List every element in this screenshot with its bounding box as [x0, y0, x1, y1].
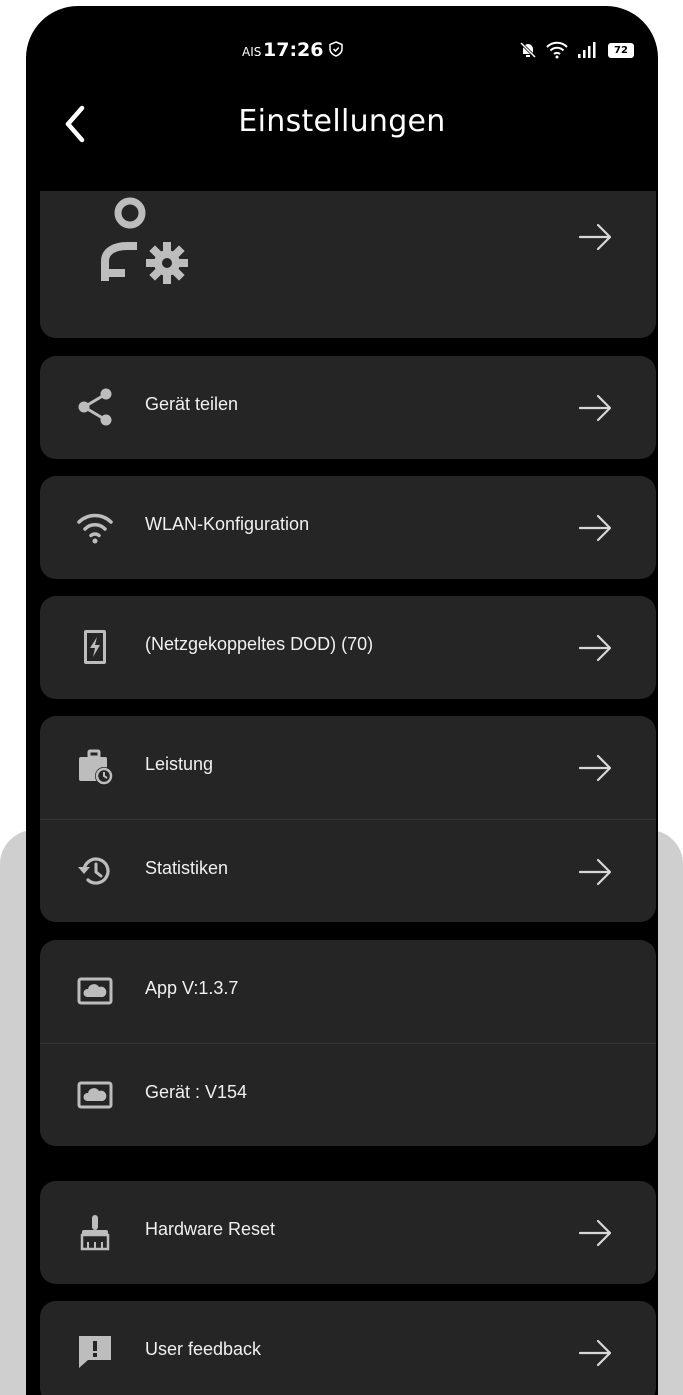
dod-label: (Netzgekoppeltes DOD) (70): [145, 634, 374, 654]
battery-charge-icon: [84, 630, 106, 664]
statistics-label: Statistiken: [145, 858, 229, 878]
top-bar: Einstellungen: [26, 96, 658, 156]
user-feedback-label: User feedback: [145, 1339, 262, 1359]
shield-icon: [329, 41, 343, 57]
history-icon: [78, 857, 110, 885]
arrow-right-icon: [578, 634, 612, 662]
status-icons: 72: [519, 41, 634, 59]
phone-screen: AIS 17:26 72 Einstellungen Gerät teilen …: [26, 6, 658, 1395]
arrow-right-icon: [578, 754, 612, 782]
device-version-row: Gerät : V154: [40, 1043, 656, 1146]
arrow-right-icon: [578, 394, 612, 422]
wlan-config-label: WLAN-Konfiguration: [145, 514, 310, 534]
share-device-row[interactable]: Gerät teilen: [40, 356, 656, 459]
wlan-config-row[interactable]: WLAN-Konfiguration: [40, 476, 656, 579]
cloud-icon: [77, 1081, 113, 1109]
hardware-reset-label: Hardware Reset: [145, 1219, 276, 1239]
hardware-reset-card: Hardware Reset: [40, 1181, 656, 1284]
user-feedback-row[interactable]: User feedback: [40, 1301, 656, 1395]
power-label: Leistung: [145, 754, 214, 774]
signal-icon: [578, 42, 596, 58]
arrow-right-icon: [578, 1219, 612, 1247]
app-version-row: App V:1.3.7: [40, 940, 656, 1043]
wifi-status-icon: [546, 41, 568, 59]
version-card: App V:1.3.7 Gerät : V154: [40, 940, 656, 1146]
wifi-icon: [77, 513, 113, 544]
share-icon: [78, 388, 112, 426]
cloud-icon: [77, 977, 113, 1005]
page-title: Einstellungen: [238, 104, 446, 139]
statistics-row[interactable]: Statistiken: [40, 819, 656, 922]
arrow-right-icon: [578, 223, 612, 251]
wlan-card: WLAN-Konfiguration: [40, 476, 656, 579]
app-version-label: App V:1.3.7: [145, 978, 239, 998]
dod-row[interactable]: (Netzgekoppeltes DOD) (70): [40, 596, 656, 699]
arrow-right-icon: [578, 1339, 612, 1367]
share-device-card: Gerät teilen: [40, 356, 656, 459]
arrow-right-icon: [578, 514, 612, 542]
carrier-label: AIS: [242, 45, 262, 59]
power-stats-card: Leistung Statistiken: [40, 716, 656, 922]
user-feedback-card: User feedback: [40, 1301, 656, 1395]
broom-icon: [80, 1215, 110, 1251]
briefcase-clock-icon: [79, 749, 113, 785]
dod-card: (Netzgekoppeltes DOD) (70): [40, 596, 656, 699]
user-gear-icon: [101, 197, 188, 284]
hardware-reset-row[interactable]: Hardware Reset: [40, 1181, 656, 1284]
battery-icon: 72: [608, 42, 634, 58]
feedback-icon: [79, 1336, 111, 1368]
arrow-right-icon: [578, 858, 612, 886]
account-settings-card[interactable]: [40, 191, 656, 338]
share-device-label: Gerät teilen: [145, 394, 239, 414]
status-bar: AIS 17:26 72: [26, 6, 658, 78]
clock: 17:26: [263, 39, 324, 61]
device-version-label: Gerät : V154: [145, 1082, 248, 1102]
bell-off-icon: [519, 41, 537, 59]
power-row[interactable]: Leistung: [40, 716, 656, 819]
